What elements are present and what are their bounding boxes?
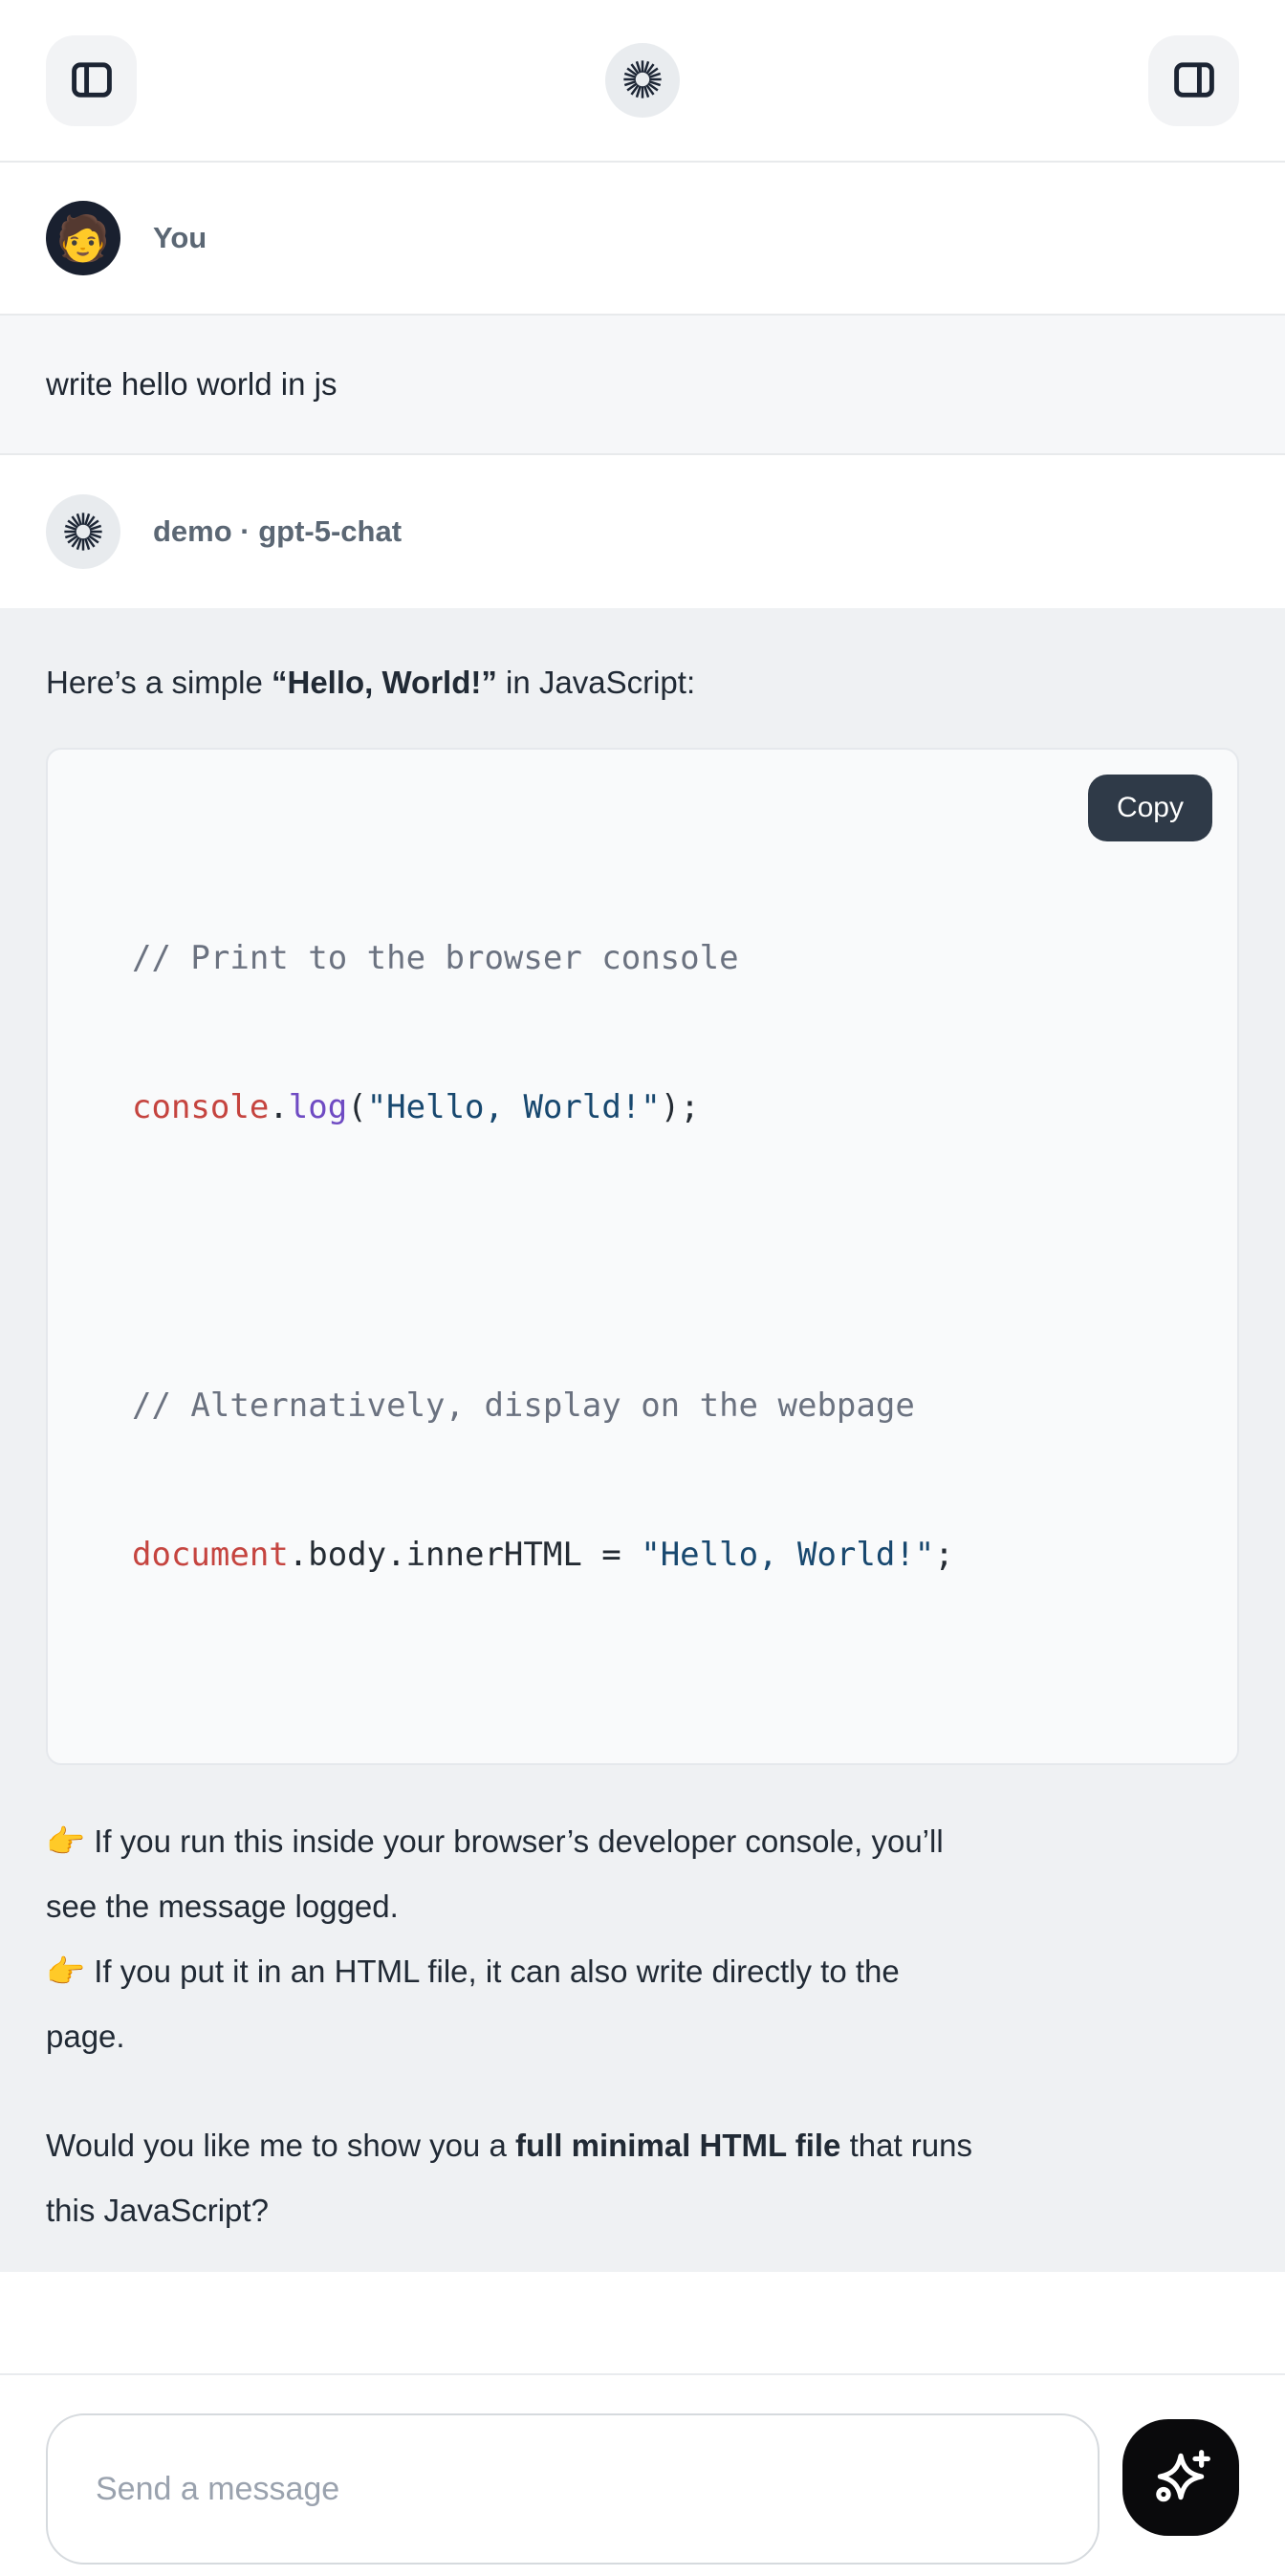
starburst-icon <box>61 510 105 554</box>
code-content: // Print to the browser console console.… <box>132 834 1199 1679</box>
starburst-icon <box>621 57 664 104</box>
user-message-header: 🧑 You <box>0 163 1285 314</box>
copy-code-button[interactable]: Copy <box>1088 775 1212 841</box>
user-avatar: 🧑 <box>46 201 120 275</box>
panel-left-icon <box>67 55 117 107</box>
sidebar-toggle-button[interactable] <box>46 35 137 126</box>
composer-bar <box>0 2373 1285 2576</box>
assistant-question-text: Would you like me to show you a full min… <box>46 2113 1239 2243</box>
assistant-intro-text: Here’s a simple “Hello, World!” in JavaS… <box>46 650 1239 715</box>
right-panel-toggle-button[interactable] <box>1148 35 1239 126</box>
person-emoji: 🧑 <box>55 216 110 260</box>
message-input[interactable] <box>46 2413 1100 2565</box>
user-author-label: You <box>153 221 207 255</box>
user-message-bubble: write hello world in js <box>0 314 1285 455</box>
assistant-message-header: demo · gpt-5-chat <box>0 455 1285 608</box>
panel-right-icon <box>1169 55 1219 107</box>
assistant-avatar <box>46 494 120 569</box>
user-message-text: write hello world in js <box>46 366 337 403</box>
assistant-notes-text: 👉 If you run this inside your browser’s … <box>46 1809 1239 2069</box>
assistant-author-label: demo · gpt-5-chat <box>153 514 402 549</box>
chat-transcript: 🧑 You write hello world in js <box>0 163 1285 2272</box>
brand-button[interactable] <box>605 43 680 118</box>
code-block: Copy // Print to the browser console con… <box>46 748 1239 1765</box>
top-bar <box>0 0 1285 163</box>
send-button[interactable] <box>1122 2419 1239 2536</box>
sparkle-plus-icon <box>1149 2445 1212 2511</box>
assistant-message-bubble: Here’s a simple “Hello, World!” in JavaS… <box>0 608 1285 2272</box>
